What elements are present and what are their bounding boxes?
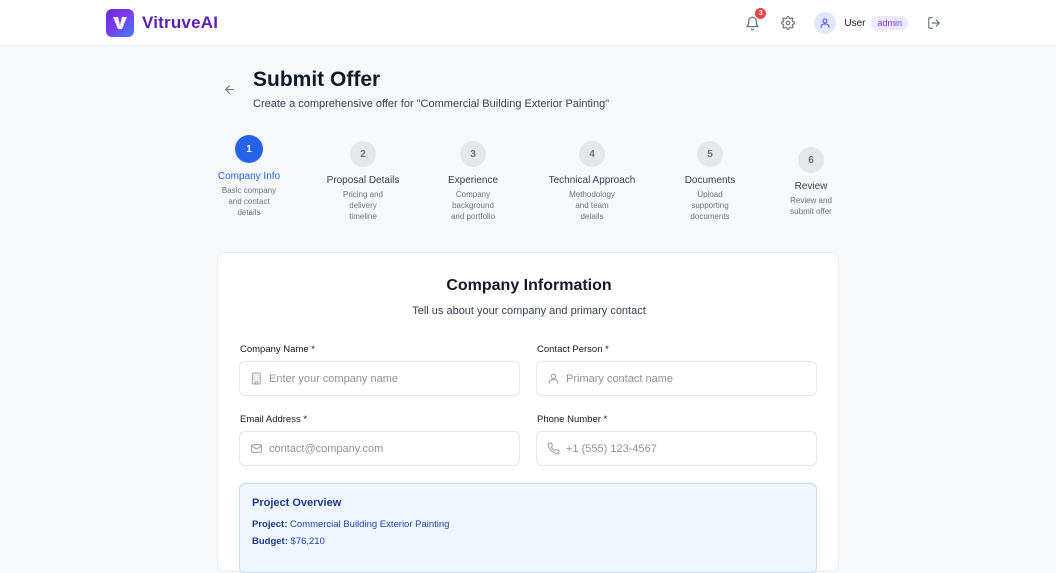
user-icon xyxy=(820,18,830,28)
company-name-label: Company Name * xyxy=(240,344,315,355)
step-company-info[interactable]: 1 Company Info Basic company and contact… xyxy=(199,135,299,218)
company-info-card: Company Information Tell us about your c… xyxy=(217,252,839,573)
step-description: Basic company and contact details xyxy=(221,186,277,217)
step-title: Company Info xyxy=(217,171,281,182)
contact-person-input[interactable] xyxy=(566,362,816,395)
brand[interactable]: VitruveAI xyxy=(106,9,218,37)
contact-person-label: Contact Person * xyxy=(537,344,609,355)
step-description: Methodology and team details xyxy=(569,190,615,221)
back-button[interactable] xyxy=(220,80,238,98)
step-experience[interactable]: 3 Experience Company background and port… xyxy=(423,141,523,222)
email-input[interactable] xyxy=(269,432,519,465)
page-subtitle: Create a comprehensive offer for "Commer… xyxy=(253,98,610,110)
mail-icon xyxy=(249,442,263,456)
step-number: 1 xyxy=(235,135,263,163)
step-number: 4 xyxy=(579,141,605,167)
email-field[interactable] xyxy=(239,431,520,466)
role-badge: admin xyxy=(871,16,908,30)
building-icon xyxy=(249,372,263,386)
navbar-actions: 3 User admin xyxy=(740,8,946,35)
step-title: Review xyxy=(794,181,828,192)
overview-project-value: Commercial Building Exterior Painting xyxy=(290,519,450,530)
contact-person-field[interactable] xyxy=(536,361,817,396)
user-name[interactable]: User xyxy=(844,18,865,29)
step-proposal-details[interactable]: 2 Proposal Details Pricing and delivery … xyxy=(313,141,413,222)
step-description: Review and submit offer xyxy=(790,196,832,216)
overview-title: Project Overview xyxy=(252,497,342,509)
overview-budget: Budget: $76,210 xyxy=(252,536,325,547)
notification-badge: 3 xyxy=(755,8,767,19)
phone-icon xyxy=(546,442,560,456)
company-name-field[interactable] xyxy=(239,361,520,396)
logout-icon xyxy=(928,17,940,29)
gear-icon xyxy=(781,16,796,30)
step-description: Upload supporting documents xyxy=(690,190,730,221)
step-title: Technical Approach xyxy=(548,175,636,186)
step-number: 5 xyxy=(697,141,723,167)
phone-field[interactable] xyxy=(536,431,817,466)
phone-label: Phone Number * xyxy=(537,414,608,425)
step-number: 6 xyxy=(798,147,824,173)
user-avatar[interactable] xyxy=(814,12,837,34)
step-number: 2 xyxy=(350,141,376,167)
overview-project-label: Project: xyxy=(252,519,288,530)
overview-project: Project: Commercial Building Exterior Pa… xyxy=(252,519,449,530)
step-technical-approach[interactable]: 4 Technical Approach Methodology and tea… xyxy=(542,141,642,222)
logout-button[interactable] xyxy=(922,11,946,35)
card-title: Company Information xyxy=(446,277,612,294)
step-title: Experience xyxy=(447,175,499,186)
company-name-input[interactable] xyxy=(269,362,519,395)
step-review[interactable]: 6 Review Review and submit offer xyxy=(761,147,861,217)
card-subtitle: Tell us about your company and primary c… xyxy=(412,305,646,317)
logo-icon xyxy=(106,9,134,37)
step-documents[interactable]: 5 Documents Upload supporting documents xyxy=(660,141,760,222)
arrow-left-icon xyxy=(224,84,234,94)
step-title: Proposal Details xyxy=(326,175,400,186)
user-icon xyxy=(546,372,560,386)
settings-button[interactable] xyxy=(776,11,800,35)
step-description: Company background and portfolio xyxy=(450,190,496,221)
notifications-button[interactable]: 3 xyxy=(740,8,767,35)
page-title: Submit Offer xyxy=(253,68,381,91)
step-number: 3 xyxy=(460,141,486,167)
overview-budget-value: $76,210 xyxy=(290,536,325,547)
top-navbar: VitruveAI 3 User admin xyxy=(0,0,1056,46)
phone-input[interactable] xyxy=(566,432,816,465)
step-description: Pricing and delivery timeline xyxy=(342,190,384,221)
project-overview-panel: Project Overview Project: Commercial Bui… xyxy=(239,483,817,573)
brand-name: VitruveAI xyxy=(142,13,219,32)
email-label: Email Address * xyxy=(240,414,308,425)
overview-budget-label: Budget: xyxy=(252,536,288,547)
step-title: Documents xyxy=(684,175,736,186)
